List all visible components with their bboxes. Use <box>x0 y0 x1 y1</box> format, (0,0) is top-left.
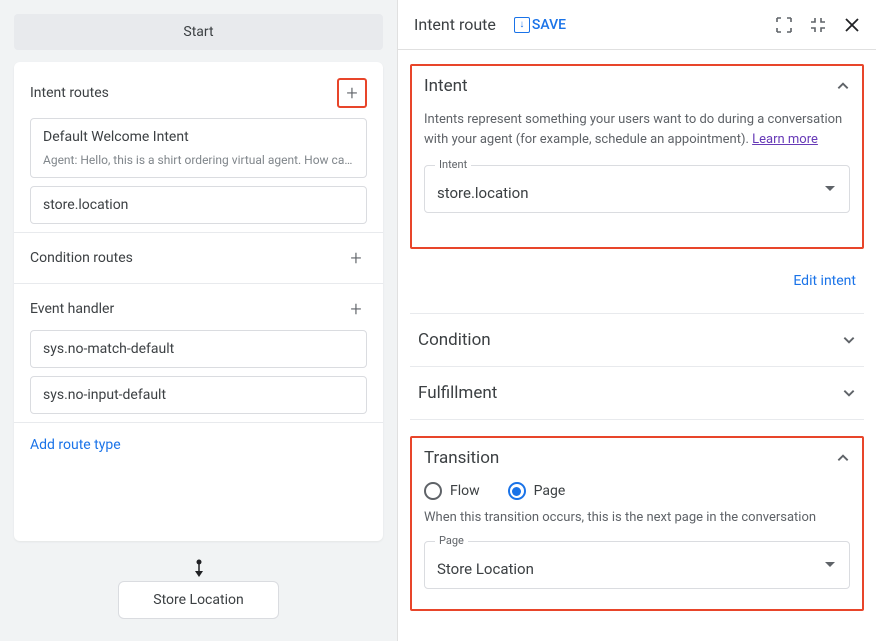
page-field-label: Page <box>435 534 468 547</box>
fullscreen-icon <box>776 17 792 33</box>
page-dropdown[interactable]: Page Store Location <box>424 541 850 589</box>
transition-flow-radio[interactable]: Flow <box>424 482 480 500</box>
collapse-icon <box>810 17 826 33</box>
close-button[interactable] <box>844 17 860 33</box>
transition-description: When this transition occurs, this is the… <box>424 510 850 525</box>
intent-routes-title: Intent routes <box>30 85 109 101</box>
condition-section-header[interactable]: Condition <box>410 314 864 367</box>
intent-section-title: Intent <box>424 76 468 96</box>
condition-section-title: Condition <box>418 330 491 350</box>
radio-unselected-icon <box>424 482 442 500</box>
chevron-up-icon <box>836 79 850 93</box>
arrow-down-icon <box>193 559 205 577</box>
fulfillment-section-title: Fulfillment <box>418 383 497 403</box>
start-config-panel: Start Intent routes + Default Welcome In… <box>0 0 398 641</box>
intent-value: store.location <box>437 184 529 202</box>
collapse-button[interactable] <box>810 17 826 33</box>
intent-route-label: store.location <box>43 197 354 213</box>
event-handler-item[interactable]: sys.no-input-default <box>30 376 367 414</box>
intent-section: Intent Intents represent something your … <box>410 64 864 249</box>
transition-section-header[interactable]: Transition <box>424 448 850 468</box>
intent-dropdown[interactable]: Intent store.location <box>424 165 850 213</box>
intent-route-item[interactable]: store.location <box>30 186 367 224</box>
radio-label: Flow <box>450 483 480 499</box>
condition-routes-title: Condition routes <box>30 250 133 266</box>
edit-intent-link[interactable]: Edit intent <box>793 273 856 289</box>
plus-icon: + <box>346 81 357 105</box>
fulfillment-section-header[interactable]: Fulfillment <box>410 367 864 420</box>
caret-down-icon <box>825 186 835 192</box>
plus-icon: + <box>350 246 361 270</box>
transition-section: Transition Flow Page When this transitio… <box>410 436 864 611</box>
event-handler-title: Event handler <box>30 301 114 317</box>
chevron-down-icon <box>842 386 856 400</box>
transition-page-radio[interactable]: Page <box>508 482 566 500</box>
add-intent-route-button[interactable]: + <box>337 78 367 108</box>
radio-selected-icon <box>508 482 526 500</box>
panel-title: Intent route <box>414 15 496 34</box>
intent-field-label: Intent <box>435 158 471 171</box>
intent-description: Intents represent something your users w… <box>424 110 850 149</box>
page-value: Store Location <box>437 560 534 578</box>
plus-icon: + <box>350 297 361 321</box>
add-route-type-button[interactable]: Add route type <box>30 427 367 453</box>
save-button[interactable]: ↓ SAVE <box>514 17 566 33</box>
intent-route-item[interactable]: Default Welcome Intent Agent: Hello, thi… <box>30 118 367 178</box>
chevron-up-icon <box>836 451 850 465</box>
learn-more-link[interactable]: Learn more <box>752 132 818 147</box>
add-condition-route-button[interactable]: + <box>345 247 367 269</box>
start-header: Start <box>14 14 383 50</box>
intent-route-label: Default Welcome Intent <box>43 129 354 145</box>
chevron-down-icon <box>842 333 856 347</box>
intent-route-subtext: Agent: Hello, this is a shirt ordering v… <box>43 153 354 167</box>
radio-label: Page <box>534 483 566 499</box>
transition-section-title: Transition <box>424 448 499 468</box>
intent-route-detail-panel: Intent route ↓ SAVE <box>398 0 876 641</box>
event-handler-item[interactable]: sys.no-match-default <box>30 330 367 368</box>
page-node-store-location[interactable]: Store Location <box>118 581 278 619</box>
add-event-handler-button[interactable]: + <box>345 298 367 320</box>
close-icon <box>844 17 860 33</box>
fullscreen-button[interactable] <box>776 17 792 33</box>
caret-down-icon <box>825 562 835 568</box>
save-label: SAVE <box>532 17 566 33</box>
save-icon: ↓ <box>514 17 530 33</box>
intent-section-header[interactable]: Intent <box>424 76 850 96</box>
